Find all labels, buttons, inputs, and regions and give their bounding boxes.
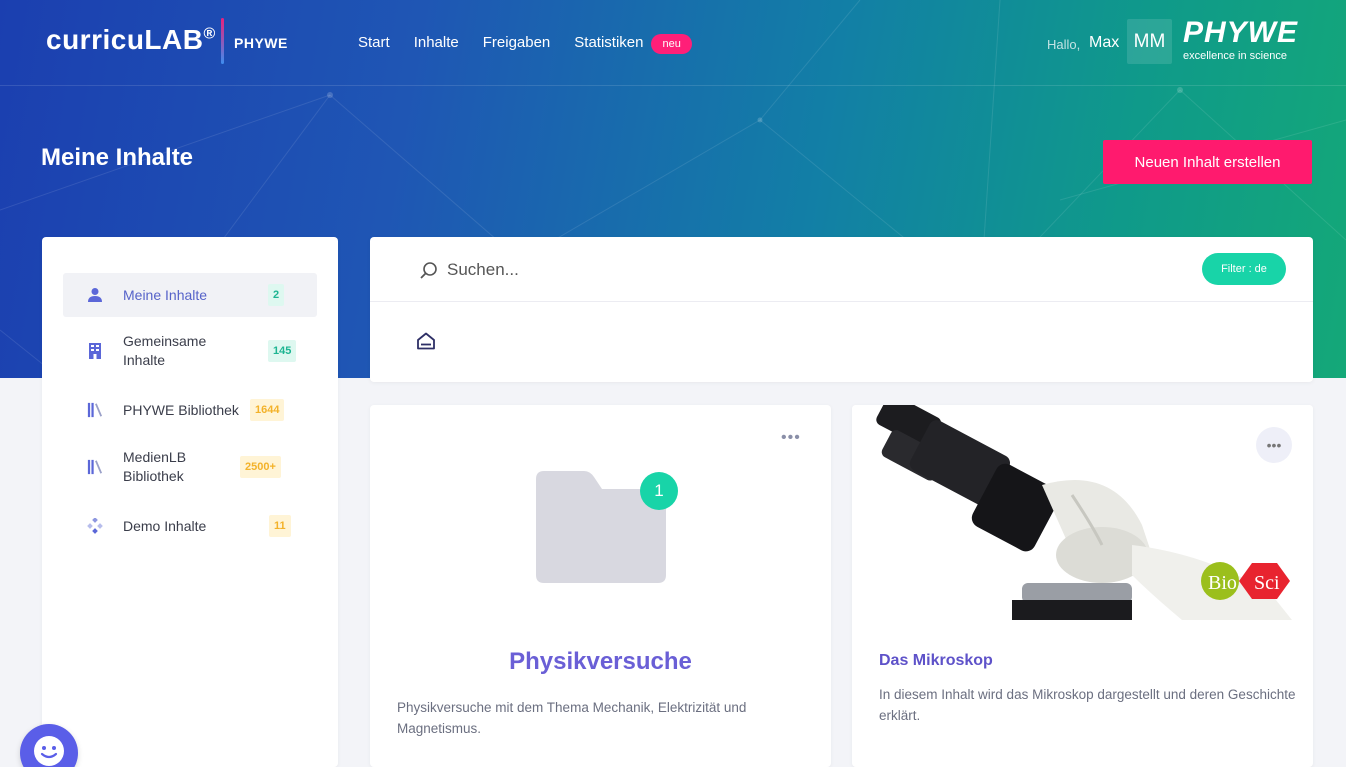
building-icon: [87, 343, 103, 359]
count-badge: 11: [269, 515, 291, 537]
nav-statistiken-label[interactable]: Statistiken: [574, 34, 643, 51]
sidebar-item-gemeinsame-inhalte[interactable]: Gemeinsame Inhalte 145: [63, 329, 317, 373]
greeting-text: Hallo,: [1047, 37, 1081, 52]
curriculab-logo[interactable]: curricuLAB®: [46, 24, 216, 56]
content-card-mikroskop[interactable]: Bio Sci ••• Das Mikroskop In diesem Inha…: [852, 405, 1313, 767]
card-title[interactable]: Physikversuche: [370, 648, 831, 676]
count-badge: 2500+: [240, 456, 281, 478]
card-title[interactable]: Das Mikroskop: [879, 652, 993, 670]
library-icon: [87, 402, 103, 418]
card-description: Physikversuche mit dem Thema Mechanik, E…: [397, 700, 747, 736]
user-name[interactable]: Max: [1089, 34, 1119, 52]
search-panel: Filter : de: [370, 237, 1313, 382]
nav-freigaben[interactable]: Freigaben: [483, 34, 551, 51]
divider: [370, 301, 1313, 302]
count-badge: 2: [268, 284, 285, 306]
bio-tag: Bio: [1208, 572, 1237, 594]
sidebar-item-label: Demo Inhalte: [123, 517, 207, 534]
sidebar-item-label: MedienLB Bibliothek: [123, 449, 187, 484]
content-card-folder[interactable]: ••• 1 Physikversuche Physikversuche mit …: [370, 405, 831, 767]
more-options-icon[interactable]: •••: [1256, 427, 1292, 463]
brand-name: PHYWE: [1183, 16, 1299, 49]
library-icon: [87, 459, 103, 475]
language-filter-button[interactable]: Filter : de: [1202, 253, 1286, 285]
sidebar-item-demo-inhalte[interactable]: Demo Inhalte 11: [63, 504, 317, 548]
top-navigation-bar: curricuLAB® PHYWE Start Inhalte Freigabe…: [0, 0, 1346, 86]
smiley-icon: [34, 736, 64, 766]
count-badge: 145: [268, 340, 297, 362]
search-icon[interactable]: [419, 261, 439, 286]
user-icon: [87, 287, 103, 303]
sidebar-item-label: Meine Inhalte: [123, 286, 208, 303]
logo-separator: [221, 18, 224, 64]
avatar[interactable]: MM: [1127, 19, 1172, 64]
diamond-icon: [87, 518, 103, 534]
microscope-image: Bio Sci: [852, 405, 1313, 620]
search-input[interactable]: [447, 257, 1047, 283]
nav-start[interactable]: Start: [358, 34, 390, 51]
logo-partner: PHYWE: [234, 35, 288, 51]
brand-tagline: excellence in science: [1183, 50, 1287, 62]
new-badge: neu: [651, 34, 692, 54]
sidebar-item-phywe-bibliothek[interactable]: PHYWE Bibliothek 1644: [63, 388, 317, 432]
folder-item-count: 1: [640, 472, 678, 510]
sidebar-item-medienlb-bibliothek[interactable]: MedienLB Bibliothek 2500+: [63, 445, 317, 489]
phywe-brand-logo: PHYWE excellence in science: [1183, 16, 1308, 63]
main-nav: Start Inhalte Freigaben Statistiken neu: [358, 34, 692, 54]
nav-inhalte[interactable]: Inhalte: [414, 34, 459, 51]
sci-tag: Sci: [1254, 572, 1280, 594]
home-icon[interactable]: [416, 332, 436, 355]
sidebar-item-label: Gemeinsame Inhalte: [123, 333, 207, 368]
more-options-icon[interactable]: •••: [781, 429, 801, 447]
sidebar: Meine Inhalte 2 Gemeinsame Inhalte 145 P…: [42, 237, 338, 767]
count-badge: 1644: [250, 399, 285, 421]
card-description: In diesem Inhalt wird das Mikroskop darg…: [879, 687, 1296, 723]
page-title: Meine Inhalte: [41, 144, 194, 171]
sidebar-item-label: PHYWE Bibliothek: [123, 401, 239, 418]
chat-support-button[interactable]: [20, 724, 78, 767]
sidebar-item-meine-inhalte[interactable]: Meine Inhalte 2: [63, 273, 317, 317]
create-content-button[interactable]: Neuen Inhalt erstellen: [1103, 140, 1312, 184]
nav-statistiken[interactable]: Statistiken neu: [574, 34, 692, 54]
